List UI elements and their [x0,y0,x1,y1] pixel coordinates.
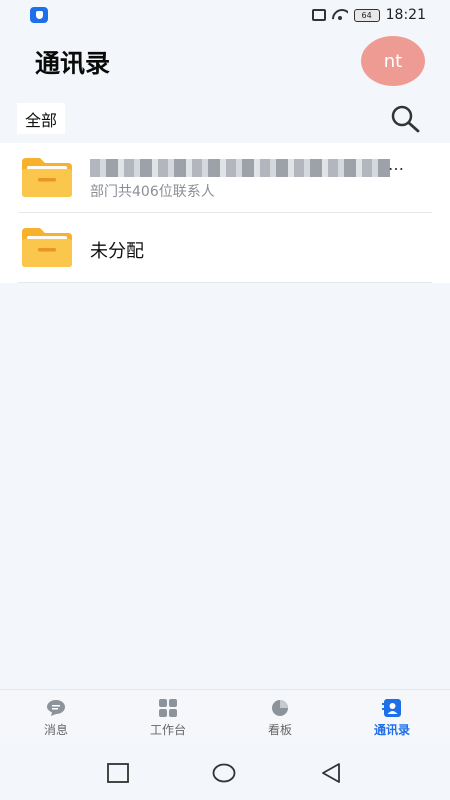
search-button[interactable] [388,104,422,134]
department-name-redacted: █████████████████ [90,159,390,177]
grid-icon [159,698,177,717]
page-title: 通讯录 [35,49,111,78]
filter-row: 全部 [0,95,450,143]
pie-chart-icon [272,699,288,716]
tab-label: 通讯录 [373,722,410,737]
status-time: 18:21 [385,7,426,23]
home-icon[interactable] [212,763,236,783]
folder-icon [22,228,72,267]
app-notification-icon [30,7,48,23]
avatar[interactable]: nt [361,36,425,86]
tab-label: 工作台 [149,722,186,737]
department-name: 未分配 [90,241,144,262]
contact-count: 部门共406位联系人 [90,184,215,200]
filter-all-chip[interactable]: 全部 [17,103,66,134]
title-ellipsis: … [388,155,404,174]
page-header: 通讯录 nt [0,30,450,95]
message-icon [47,699,65,716]
status-bar: 64 18:21 [0,0,450,30]
battery-icon: 64 [353,8,380,22]
list-item[interactable]: █████████████████ … 部门共406位联系人 [0,143,450,213]
tab-label: 消息 [43,722,68,737]
folder-icon [22,158,72,197]
tab-contacts[interactable]: 通讯录 [336,690,448,746]
status-indicators: 64 18:21 [311,7,426,23]
tab-dashboard[interactable]: 看板 [224,690,336,746]
tab-workbench[interactable]: 工作台 [112,690,224,746]
tab-messages[interactable]: 消息 [0,690,112,746]
bottom-nav: 消息 工作台 看板 通讯录 [0,689,450,745]
tab-label: 看板 [267,722,292,737]
vibrate-icon [311,9,326,21]
list-item[interactable]: 未分配 [0,213,450,283]
search-icon [391,105,420,133]
back-icon[interactable] [319,763,343,783]
system-nav-bar [0,745,450,800]
recent-apps-icon[interactable] [106,763,130,783]
department-list: █████████████████ … 部门共406位联系人 未分配 [0,143,450,283]
divider [18,282,432,283]
wifi-icon [332,9,348,21]
contacts-icon [382,698,401,717]
